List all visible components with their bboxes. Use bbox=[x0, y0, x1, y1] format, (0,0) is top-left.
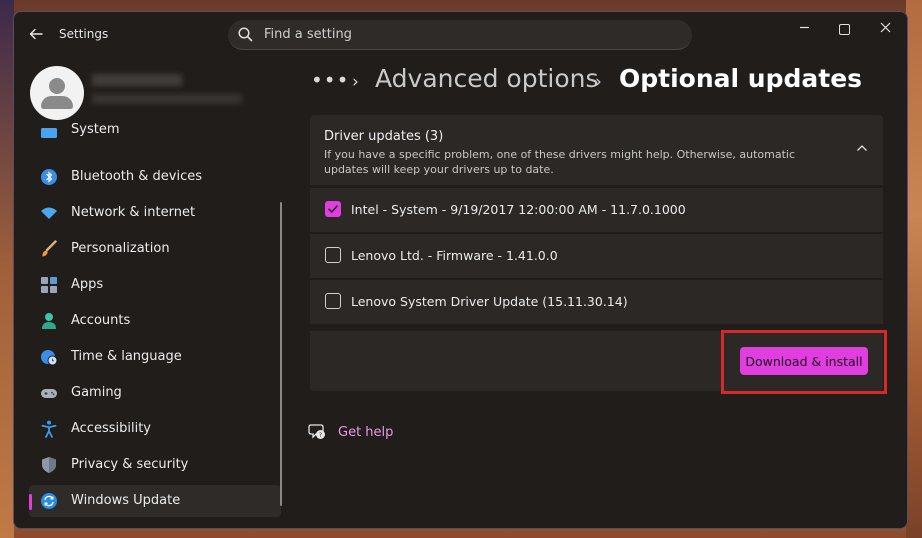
bluetooth-icon bbox=[41, 169, 57, 185]
sidebar-item-windows-update[interactable]: Windows Update bbox=[29, 485, 281, 517]
person-icon bbox=[42, 313, 56, 329]
sidebar-item-label: Privacy & security bbox=[71, 457, 189, 472]
back-button[interactable] bbox=[26, 24, 46, 44]
sidebar-item-system[interactable]: System bbox=[29, 121, 281, 143]
globe-clock-icon bbox=[41, 350, 58, 366]
minimize-icon bbox=[799, 26, 809, 29]
driver-label: Lenovo System Driver Update (15.11.30.14… bbox=[351, 294, 628, 309]
sidebar-item-accounts[interactable]: Accounts bbox=[29, 305, 281, 337]
sidebar-nav: System Bluetooth & devices Network & int… bbox=[26, 122, 286, 528]
minimize-button[interactable] bbox=[789, 20, 819, 40]
checkmark-icon bbox=[328, 205, 338, 213]
profile-email-blurred bbox=[92, 94, 242, 104]
sidebar-item-apps[interactable]: Apps bbox=[29, 269, 281, 301]
update-icon bbox=[41, 493, 57, 509]
sidebar-item-time-language[interactable]: Time & language bbox=[29, 341, 281, 373]
search-box[interactable] bbox=[228, 20, 692, 50]
gamepad-icon bbox=[41, 389, 57, 398]
settings-window: Settings System bbox=[13, 11, 908, 529]
driver-updates-header[interactable]: Driver updates (3) If you have a specifi… bbox=[310, 115, 883, 185]
arrow-left-icon bbox=[29, 28, 43, 40]
driver-label: Intel - System - 9/19/2017 12:00:00 AM -… bbox=[351, 202, 686, 217]
apps-icon bbox=[41, 277, 57, 293]
driver-checkbox-lenovo-firmware[interactable] bbox=[325, 247, 341, 263]
driver-row-lenovo-firmware[interactable]: Lenovo Ltd. - Firmware - 1.41.0.0 bbox=[310, 234, 883, 278]
title-bar: Settings bbox=[14, 12, 907, 58]
avatar[interactable] bbox=[30, 66, 84, 120]
maximize-icon bbox=[838, 24, 850, 35]
page-title: Optional updates bbox=[619, 64, 863, 93]
breadcrumb-more-button[interactable]: ••• bbox=[311, 68, 349, 92]
svg-text:?: ? bbox=[319, 432, 322, 439]
sidebar-item-bluetooth[interactable]: Bluetooth & devices bbox=[29, 161, 281, 193]
sidebar-item-label: Windows Update bbox=[71, 493, 181, 508]
active-indicator bbox=[29, 494, 32, 510]
driver-row-lenovo-system[interactable]: Lenovo System Driver Update (15.11.30.14… bbox=[310, 280, 883, 324]
sidebar-item-label: Accounts bbox=[71, 313, 131, 328]
driver-updates-description: If you have a specific problem, one of t… bbox=[324, 148, 796, 176]
driver-row-intel[interactable]: Intel - System - 9/19/2017 12:00:00 AM -… bbox=[310, 188, 883, 232]
sidebar-item-accessibility[interactable]: Accessibility bbox=[29, 413, 281, 445]
driver-label: Lenovo Ltd. - Firmware - 1.41.0.0 bbox=[351, 248, 558, 263]
sidebar-item-label: Personalization bbox=[71, 241, 170, 256]
sidebar-item-label: System bbox=[71, 122, 120, 137]
accessibility-icon bbox=[41, 420, 57, 438]
sidebar-item-network[interactable]: Network & internet bbox=[29, 197, 281, 229]
sidebar-item-label: Bluetooth & devices bbox=[71, 169, 202, 184]
chevron-up-icon bbox=[857, 145, 867, 151]
app-title: Settings bbox=[59, 27, 109, 41]
sidebar-item-label: Apps bbox=[71, 277, 104, 292]
sidebar-scrollbar[interactable] bbox=[280, 202, 282, 506]
avatar-head bbox=[49, 78, 65, 94]
driver-updates-title: Driver updates (3) bbox=[324, 129, 444, 144]
desktop-wallpaper-right bbox=[906, 0, 922, 538]
sidebar-item-label: Time & language bbox=[71, 349, 182, 364]
driver-checkbox-intel[interactable] bbox=[325, 201, 341, 217]
wifi-icon bbox=[41, 207, 57, 219]
chevron-right-icon: › bbox=[352, 72, 359, 92]
get-help-link[interactable]: Get help bbox=[338, 425, 393, 440]
sidebar-item-personalization[interactable]: Personalization bbox=[29, 233, 281, 265]
driver-checkbox-lenovo-system[interactable] bbox=[325, 293, 341, 309]
search-icon bbox=[238, 27, 253, 42]
avatar-body bbox=[41, 96, 73, 109]
system-icon bbox=[41, 128, 57, 138]
chevron-right-icon: › bbox=[595, 72, 602, 92]
search-input[interactable] bbox=[264, 26, 664, 43]
sidebar-item-privacy-security[interactable]: Privacy & security bbox=[29, 449, 281, 481]
sidebar-item-label: Network & internet bbox=[71, 205, 196, 220]
maximize-button[interactable] bbox=[829, 20, 859, 40]
breadcrumb-advanced-options[interactable]: Advanced options bbox=[375, 64, 599, 93]
sidebar-item-gaming[interactable]: Gaming bbox=[29, 377, 281, 409]
close-button[interactable] bbox=[870, 20, 900, 40]
desktop-wallpaper-left bbox=[0, 0, 14, 538]
close-icon bbox=[880, 22, 890, 33]
help-chat-icon: ? bbox=[308, 424, 325, 439]
highlight-annotation bbox=[721, 330, 887, 394]
sidebar-item-label: Gaming bbox=[71, 385, 122, 400]
brush-icon bbox=[42, 240, 57, 257]
profile-name-blurred bbox=[92, 74, 182, 86]
shield-icon bbox=[42, 457, 56, 473]
sidebar-item-label: Accessibility bbox=[71, 421, 151, 436]
